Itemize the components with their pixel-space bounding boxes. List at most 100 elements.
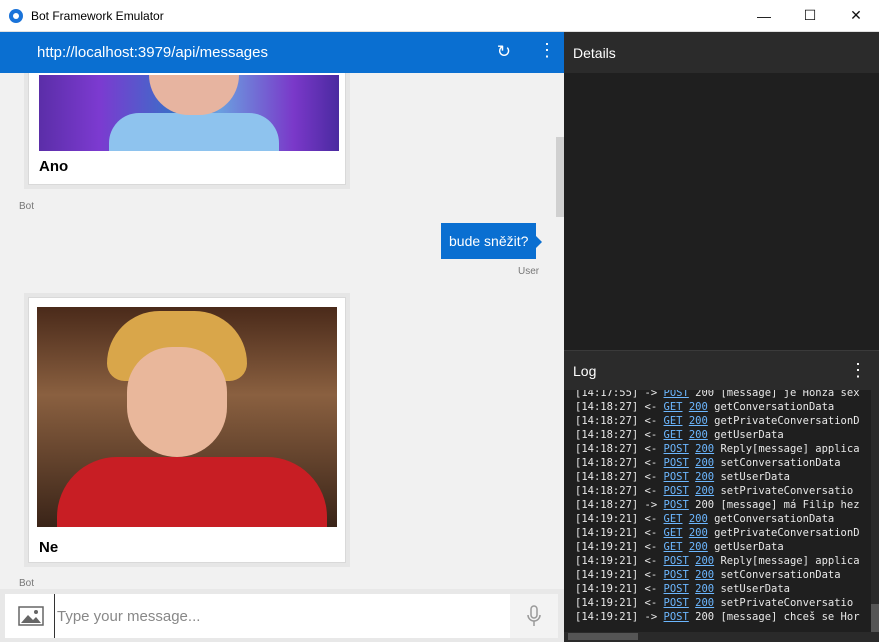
log-method-link[interactable]: POST <box>664 597 689 609</box>
log-status-link[interactable]: 200 <box>695 390 714 399</box>
log-status-link[interactable]: 200 <box>695 457 714 469</box>
log-method-link[interactable]: POST <box>664 611 689 623</box>
log-hscroll-thumb[interactable] <box>568 633 638 640</box>
log-method-link[interactable]: GET <box>664 415 683 427</box>
log-direction: <- <box>644 597 658 609</box>
card-title: Ne <box>39 539 59 556</box>
log-method-link[interactable]: POST <box>664 471 689 483</box>
maximize-button[interactable]: ☐ <box>787 0 833 31</box>
log-time: [14:18:27] <box>575 485 639 497</box>
log-direction: <- <box>644 457 658 469</box>
chat-history: Ano Bot bude sněžit? User Ne Bot <box>0 73 555 593</box>
details-header: Details <box>564 32 879 73</box>
minimize-button[interactable]: — <box>741 0 787 31</box>
log-status-link[interactable]: 200 <box>695 499 714 511</box>
log-status-link[interactable]: 200 <box>689 429 708 441</box>
log-status-link[interactable]: 200 <box>689 401 708 413</box>
log-status-link[interactable]: 200 <box>695 611 714 623</box>
log-entry: [14:19:21] <- POST 200 setUserData <box>564 582 871 596</box>
log-status-link[interactable]: 200 <box>689 541 708 553</box>
log-direction: <- <box>644 569 658 581</box>
log-method-link[interactable]: GET <box>664 429 683 441</box>
log-more-icon[interactable]: ⋮ <box>849 361 867 379</box>
inspector-pane: Details Log ⋮ [14:17:55] -> POST 200 [me… <box>564 32 879 642</box>
log-text: setConversationData <box>720 569 841 581</box>
log-vertical-scrollbar[interactable] <box>871 390 879 636</box>
refresh-icon[interactable]: ↻ <box>497 42 511 62</box>
log-text: Reply[message] applica <box>720 555 860 567</box>
log-time: [14:19:21] <box>575 555 639 567</box>
log-entry: [14:19:21] <- POST 200 setPrivateConvers… <box>564 596 871 610</box>
log-time: [14:18:27] <box>575 401 639 413</box>
log-horizontal-scrollbar[interactable] <box>564 632 879 642</box>
log-status-link[interactable]: 200 <box>695 597 714 609</box>
bot-card: Ne <box>28 297 346 563</box>
log-title: Log <box>573 362 597 379</box>
log-method-link[interactable]: POST <box>664 569 689 581</box>
chat-pane: http://localhost:3979/api/messages ↻ ⋮ A… <box>0 32 564 642</box>
log-entry: [14:18:27] <- POST 200 setUserData <box>564 470 871 484</box>
log-status-link[interactable]: 200 <box>695 555 714 567</box>
log-direction: <- <box>644 583 658 595</box>
log-time: [14:19:21] <box>575 611 639 623</box>
log-time: [14:18:27] <box>575 471 639 483</box>
window-controls: — ☐ ✕ <box>741 0 879 31</box>
log-entry: [14:18:27] -> POST 200 [message] má Fili… <box>564 498 871 512</box>
user-message[interactable]: bude sněžit? <box>441 223 543 259</box>
log-time: [14:19:21] <box>575 569 639 581</box>
card-image <box>39 75 339 151</box>
close-button[interactable]: ✕ <box>833 0 879 31</box>
message-bar <box>0 589 564 642</box>
more-options-icon[interactable]: ⋮ <box>538 41 556 59</box>
app-logo-icon <box>9 8 23 23</box>
log-entry: [14:19:21] <- POST 200 Reply[message] ap… <box>564 554 871 568</box>
log-method-link[interactable]: GET <box>664 541 683 553</box>
log-text: Reply[message] applica <box>720 443 860 455</box>
log-method-link[interactable]: POST <box>664 390 689 399</box>
log-method-link[interactable]: POST <box>664 583 689 595</box>
log-status-link[interactable]: 200 <box>689 513 708 525</box>
log-method-link[interactable]: POST <box>664 499 689 511</box>
chat-scrollbar[interactable] <box>556 73 564 593</box>
log-text: getPrivateConversationD <box>714 415 860 427</box>
log-method-link[interactable]: POST <box>664 485 689 497</box>
log-text: [message] je Honza sex <box>720 390 860 399</box>
microphone-icon[interactable] <box>510 594 558 638</box>
log-direction: <- <box>644 443 658 455</box>
log-status-link[interactable]: 200 <box>689 415 708 427</box>
log-method-link[interactable]: GET <box>664 513 683 525</box>
log-status-link[interactable]: 200 <box>695 471 714 483</box>
log-entry: [14:18:27] <- POST 200 Reply[message] ap… <box>564 442 871 456</box>
log-status-link[interactable]: 200 <box>695 569 714 581</box>
log-status-link[interactable]: 200 <box>695 443 714 455</box>
log-entry: [14:19:21] -> POST 200 [message] chceš s… <box>564 610 871 624</box>
log-direction: <- <box>644 555 658 567</box>
endpoint-url[interactable]: http://localhost:3979/api/messages <box>37 44 268 61</box>
bot-card: Ano <box>28 73 346 185</box>
address-bar: http://localhost:3979/api/messages ↻ ⋮ <box>0 32 564 73</box>
log-status-link[interactable]: 200 <box>689 527 708 539</box>
message-input[interactable] <box>54 594 512 638</box>
log-direction: <- <box>644 429 658 441</box>
log-status-link[interactable]: 200 <box>695 583 714 595</box>
log-header: Log ⋮ <box>564 351 879 390</box>
image-upload-icon[interactable] <box>13 602 49 630</box>
log-text: setUserData <box>720 471 790 483</box>
log-method-link[interactable]: POST <box>664 555 689 567</box>
scroll-thumb[interactable] <box>556 137 564 217</box>
log-direction: <- <box>644 527 658 539</box>
card-image <box>37 307 337 527</box>
log-text: getPrivateConversationD <box>714 527 860 539</box>
log-time: [14:17:55] <box>575 390 639 399</box>
log-method-link[interactable]: POST <box>664 457 689 469</box>
log-entry: [14:19:21] <- GET 200 getConversationDat… <box>564 512 871 526</box>
log-direction: <- <box>644 485 658 497</box>
window-title: Bot Framework Emulator <box>31 8 164 23</box>
log-method-link[interactable]: GET <box>664 401 683 413</box>
log-status-link[interactable]: 200 <box>695 485 714 497</box>
log-text: [message] chceš se Hor <box>720 611 860 623</box>
log-method-link[interactable]: GET <box>664 527 683 539</box>
log-method-link[interactable]: POST <box>664 443 689 455</box>
log-text: setUserData <box>720 583 790 595</box>
card-title: Ano <box>39 158 69 175</box>
